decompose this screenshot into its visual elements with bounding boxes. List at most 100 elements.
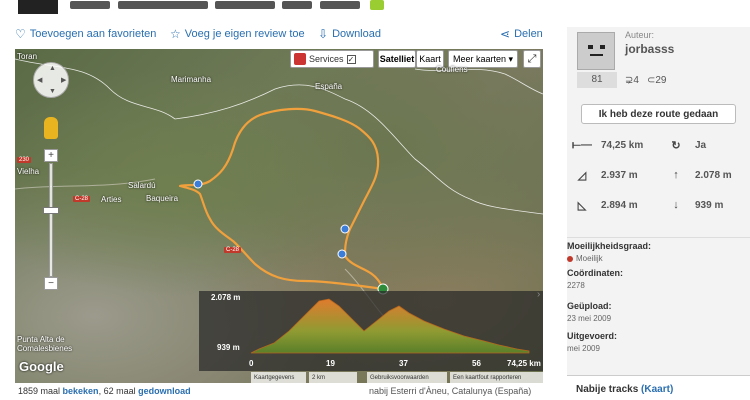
- title-fragment: [70, 1, 110, 9]
- distance-tick: 19: [326, 359, 335, 368]
- elevation-min-label: 939 m: [217, 343, 240, 352]
- map-label: Vielha: [17, 167, 40, 176]
- followers-icon: ⊋: [625, 74, 634, 86]
- download-link[interactable]: ⇩ Download: [318, 27, 381, 41]
- waypoint-marker[interactable]: [193, 179, 203, 189]
- road-label: C-28: [73, 196, 91, 202]
- min-altitude-value: 939 m: [695, 199, 724, 211]
- waypoint-marker[interactable]: [337, 249, 347, 259]
- views-count: 1859 maal: [18, 386, 63, 396]
- terms-link[interactable]: Gebruiksvoorwaarden: [367, 372, 447, 383]
- pegman-icon[interactable]: [44, 117, 58, 139]
- loop-icon: ↻: [671, 140, 681, 152]
- logo: [18, 0, 58, 14]
- distance-tick: 74,25 km: [507, 359, 541, 368]
- divider: [567, 237, 750, 238]
- zoom-control: + −: [43, 149, 59, 290]
- nearby-tracks: Nabije tracks (Kaart): [567, 375, 750, 400]
- distance-icon: ⟝—: [571, 139, 593, 151]
- location-text: nabij Esterri d'Àneu, Catalunya (España): [369, 386, 532, 396]
- map-label: España: [315, 82, 343, 91]
- uphill-icon: ◿: [577, 170, 587, 182]
- author-rank: 81: [577, 72, 617, 88]
- elevation-profile[interactable]: 2.078 m 939 m 0 19 37 56 74,25 km: [199, 291, 543, 371]
- map-label: Punta Alta de: [17, 335, 65, 344]
- distance-tick: 56: [472, 359, 481, 368]
- fullscreen-icon: ⤢: [527, 52, 537, 65]
- difficulty-text: Moeilijk: [576, 254, 603, 263]
- map-view[interactable]: Services ✓ Satelliet Kaart Meer kaarten …: [15, 49, 543, 383]
- zoom-in-button[interactable]: +: [44, 149, 58, 162]
- difficulty-value: Moeilijk: [567, 254, 603, 263]
- max-altitude-metric: ↑ 2.078 m: [665, 169, 731, 181]
- map-label: Baqueira: [146, 194, 179, 203]
- map-data-link[interactable]: Kaartgegevens: [251, 372, 306, 383]
- elevation-max-label: 2.078 m: [211, 293, 241, 302]
- zoom-out-button[interactable]: −: [44, 277, 58, 290]
- distance-tick: 37: [399, 359, 408, 368]
- avatar[interactable]: [577, 32, 615, 70]
- favorites-label: Toevoegen aan favorieten: [29, 28, 157, 40]
- share-label: Delen: [514, 28, 543, 40]
- view-stats: 1859 maal bekeken, 62 maal gedownload: [18, 386, 191, 396]
- downloads-link[interactable]: gedownload: [138, 386, 191, 396]
- review-link[interactable]: ☆ Voeg je eigen review toe: [170, 27, 305, 41]
- nearby-label: Nabije tracks: [576, 384, 639, 395]
- pan-left-icon[interactable]: ◀: [37, 76, 42, 84]
- google-logo: Google: [19, 359, 64, 374]
- distance-tick: 0: [249, 359, 254, 368]
- star-icon: ☆: [170, 27, 181, 41]
- sidebar: Auteur: jorbasss 81 ⊋ 4 ⊂ 29 Ik heb deze…: [567, 27, 750, 400]
- pan-up-icon[interactable]: ▲: [49, 65, 56, 72]
- map-label: Arties: [101, 195, 122, 204]
- chevron-right-icon[interactable]: ›: [537, 289, 540, 300]
- top-strip: [0, 0, 750, 18]
- coords-value: 2278: [567, 281, 585, 290]
- satellite-button[interactable]: Satelliet: [378, 50, 416, 68]
- title-fragment: [215, 1, 275, 9]
- map-label: Toran: [17, 52, 38, 61]
- difficulty-dot-icon: [567, 255, 573, 262]
- download-label: Download: [332, 28, 381, 40]
- road-label: 230: [17, 157, 32, 163]
- route-path[interactable]: [178, 107, 385, 291]
- heart-icon: ♡: [15, 27, 26, 41]
- views-link[interactable]: bekeken: [63, 386, 99, 396]
- title-fragment: [320, 1, 360, 9]
- favorites-link[interactable]: ♡ Toevoegen aan favorieten: [15, 27, 156, 41]
- route-done-button[interactable]: Ik heb deze route gedaan: [581, 104, 736, 124]
- followers-count[interactable]: 4: [633, 75, 639, 86]
- coords-label: Coördinaten:: [567, 268, 623, 278]
- author-name[interactable]: jorbasss: [625, 42, 674, 56]
- services-toggle[interactable]: Services ✓: [290, 50, 374, 68]
- uploaded-label: Geüpload:: [567, 301, 612, 311]
- waypoint-marker[interactable]: [340, 224, 350, 234]
- nearby-map-link[interactable]: (Kaart): [641, 384, 673, 395]
- scale-bar: 2 km: [309, 372, 357, 383]
- services-checkbox[interactable]: ✓: [346, 54, 356, 64]
- map-label: Comalesbienes: [17, 344, 73, 353]
- pan-down-icon[interactable]: ▼: [49, 88, 56, 95]
- zoom-slider-handle[interactable]: [43, 207, 59, 214]
- zoom-track[interactable]: [49, 163, 53, 277]
- services-label: Services: [309, 54, 344, 64]
- completed-label: Uitgevoerd:: [567, 331, 618, 341]
- fullscreen-button[interactable]: ⤢: [523, 50, 541, 68]
- author-label: Auteur:: [625, 30, 655, 40]
- arrow-up-icon: ↑: [673, 169, 679, 181]
- elevation-loss-value: 2.894 m: [601, 200, 638, 211]
- distance-value: 74,25 km: [601, 140, 644, 151]
- share-icon: ⋖: [500, 27, 511, 41]
- loop-metric: ↻ Ja: [665, 139, 706, 152]
- pan-right-icon[interactable]: ▶: [61, 76, 66, 84]
- report-error-link[interactable]: Een kaartfout rapporteren: [450, 372, 543, 383]
- title-fragment: [282, 1, 312, 9]
- title-fragment: [118, 1, 208, 9]
- share-link[interactable]: ⋖ Delen: [500, 27, 543, 41]
- download-icon: ⇩: [318, 27, 329, 41]
- author-stats: 81 ⊋ 4 ⊂ 29: [577, 72, 746, 88]
- nearby-title: Nabije tracks (Kaart): [576, 384, 673, 395]
- following-count[interactable]: 29: [655, 75, 666, 86]
- elevation-loss-metric: ◺ 2.894 m: [571, 199, 638, 212]
- pan-control[interactable]: ▲ ▼ ◀ ▶: [33, 62, 69, 98]
